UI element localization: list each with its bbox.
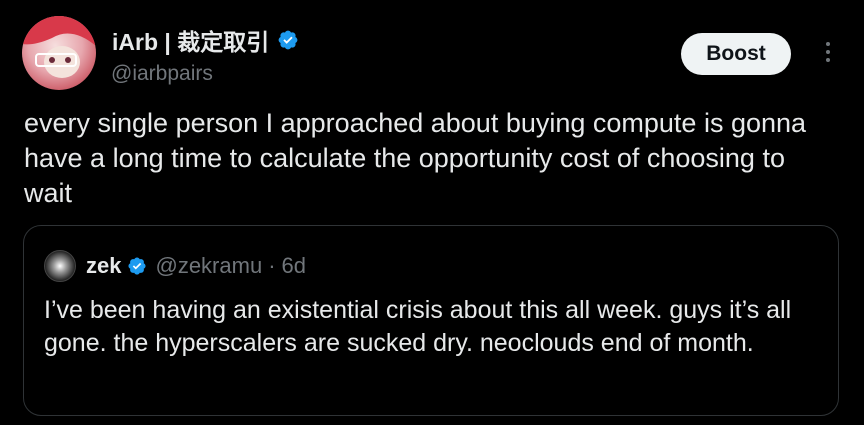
quoted-author-handle[interactable]: @zekramu bbox=[155, 253, 262, 279]
verified-badge-icon bbox=[128, 257, 147, 275]
author-display-name[interactable]: iArb | 裁定取引 bbox=[112, 23, 269, 57]
quoted-tweet-header: zek @zekramu · 6d bbox=[44, 250, 306, 282]
quoted-author-avatar[interactable] bbox=[44, 250, 76, 282]
separator-dot: · bbox=[268, 253, 276, 278]
quoted-tweet-card[interactable]: zek @zekramu · 6d I’ve been having an ex… bbox=[23, 225, 839, 416]
author-name-row: iArb | 裁定取引 bbox=[112, 23, 299, 57]
boost-button[interactable]: Boost bbox=[681, 33, 791, 75]
author-avatar[interactable] bbox=[22, 16, 96, 90]
quoted-tweet-text: I’ve been having an existential crisis a… bbox=[44, 296, 792, 357]
more-vertical-icon[interactable] bbox=[818, 38, 838, 68]
quoted-author-name[interactable]: zek bbox=[86, 253, 121, 279]
quoted-tweet-timestamp[interactable]: 6d bbox=[282, 253, 306, 279]
tweet-text: every single person I approached about b… bbox=[24, 108, 807, 208]
author-handle[interactable]: @iarbpairs bbox=[111, 62, 213, 86]
verified-badge-icon bbox=[278, 30, 298, 50]
avatar-anime-icon bbox=[22, 16, 96, 78]
